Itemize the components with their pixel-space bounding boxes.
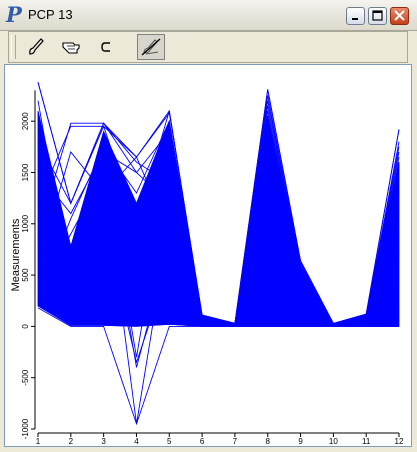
subset-tool-button[interactable] (93, 34, 121, 60)
toolbar (8, 31, 408, 63)
y-tick-label: 1500 (21, 163, 30, 181)
x-tick-label: 2 (69, 437, 74, 446)
maximize-icon (372, 10, 383, 21)
hand-pointer-icon (62, 42, 80, 54)
pointer-tool-button[interactable] (57, 34, 85, 60)
x-tick-label: 8 (266, 437, 271, 446)
x-tick-label: 9 (298, 437, 303, 446)
x-tick-label: 5 (167, 437, 172, 446)
y-tick-label: 1000 (21, 214, 30, 232)
toolbar-grip[interactable] (11, 35, 16, 59)
minimize-icon (352, 18, 358, 20)
x-tick-label: 7 (233, 437, 238, 446)
x-tick-label: 11 (362, 437, 371, 446)
x-tick-label: 10 (329, 437, 338, 446)
window-title: PCP 13 (28, 7, 73, 22)
x-tick-label: 6 (200, 437, 205, 446)
y-tick-label: -500 (21, 369, 30, 386)
dense-band (37, 110, 400, 327)
brush-tool-button[interactable] (21, 34, 49, 60)
subset-icon (101, 42, 110, 52)
minimize-button[interactable] (346, 7, 365, 25)
maximize-button[interactable] (368, 7, 387, 25)
plot-area[interactable]: -1000 -500 0 500 1000 1500 2000 1 2 3 4 5 6 7 8 9 10 11 12… (4, 64, 412, 447)
y-tick-label: 500 (21, 268, 30, 282)
x-tick-label: 4 (134, 437, 139, 446)
y-tick-label: 2000 (21, 112, 30, 130)
brush-icon (29, 38, 44, 55)
x-tick-label: 12 (395, 437, 404, 446)
close-button[interactable] (390, 7, 409, 25)
y-tick-label: -1000 (21, 418, 30, 439)
y-axis-label: Measurements (10, 218, 22, 291)
x-tick-label: 1 (36, 437, 41, 446)
app-window: P PCP 13 -1000 -500 0 500 1000 1500 2000… (0, 0, 417, 452)
crossed-brush-icon (141, 38, 161, 56)
title-bar[interactable]: P PCP 13 (0, 0, 417, 31)
brush-off-tool-button[interactable] (137, 34, 165, 60)
parallel-coordinates-chart: -1000-50005001000150020001 2 3 4 5 6 7 8 9 10 11 12… (10, 82, 404, 446)
close-icon (394, 10, 405, 21)
app-logo-icon: P (6, 2, 22, 27)
x-tick-label: 3 (101, 437, 106, 446)
y-tick-label: 0 (21, 324, 30, 329)
